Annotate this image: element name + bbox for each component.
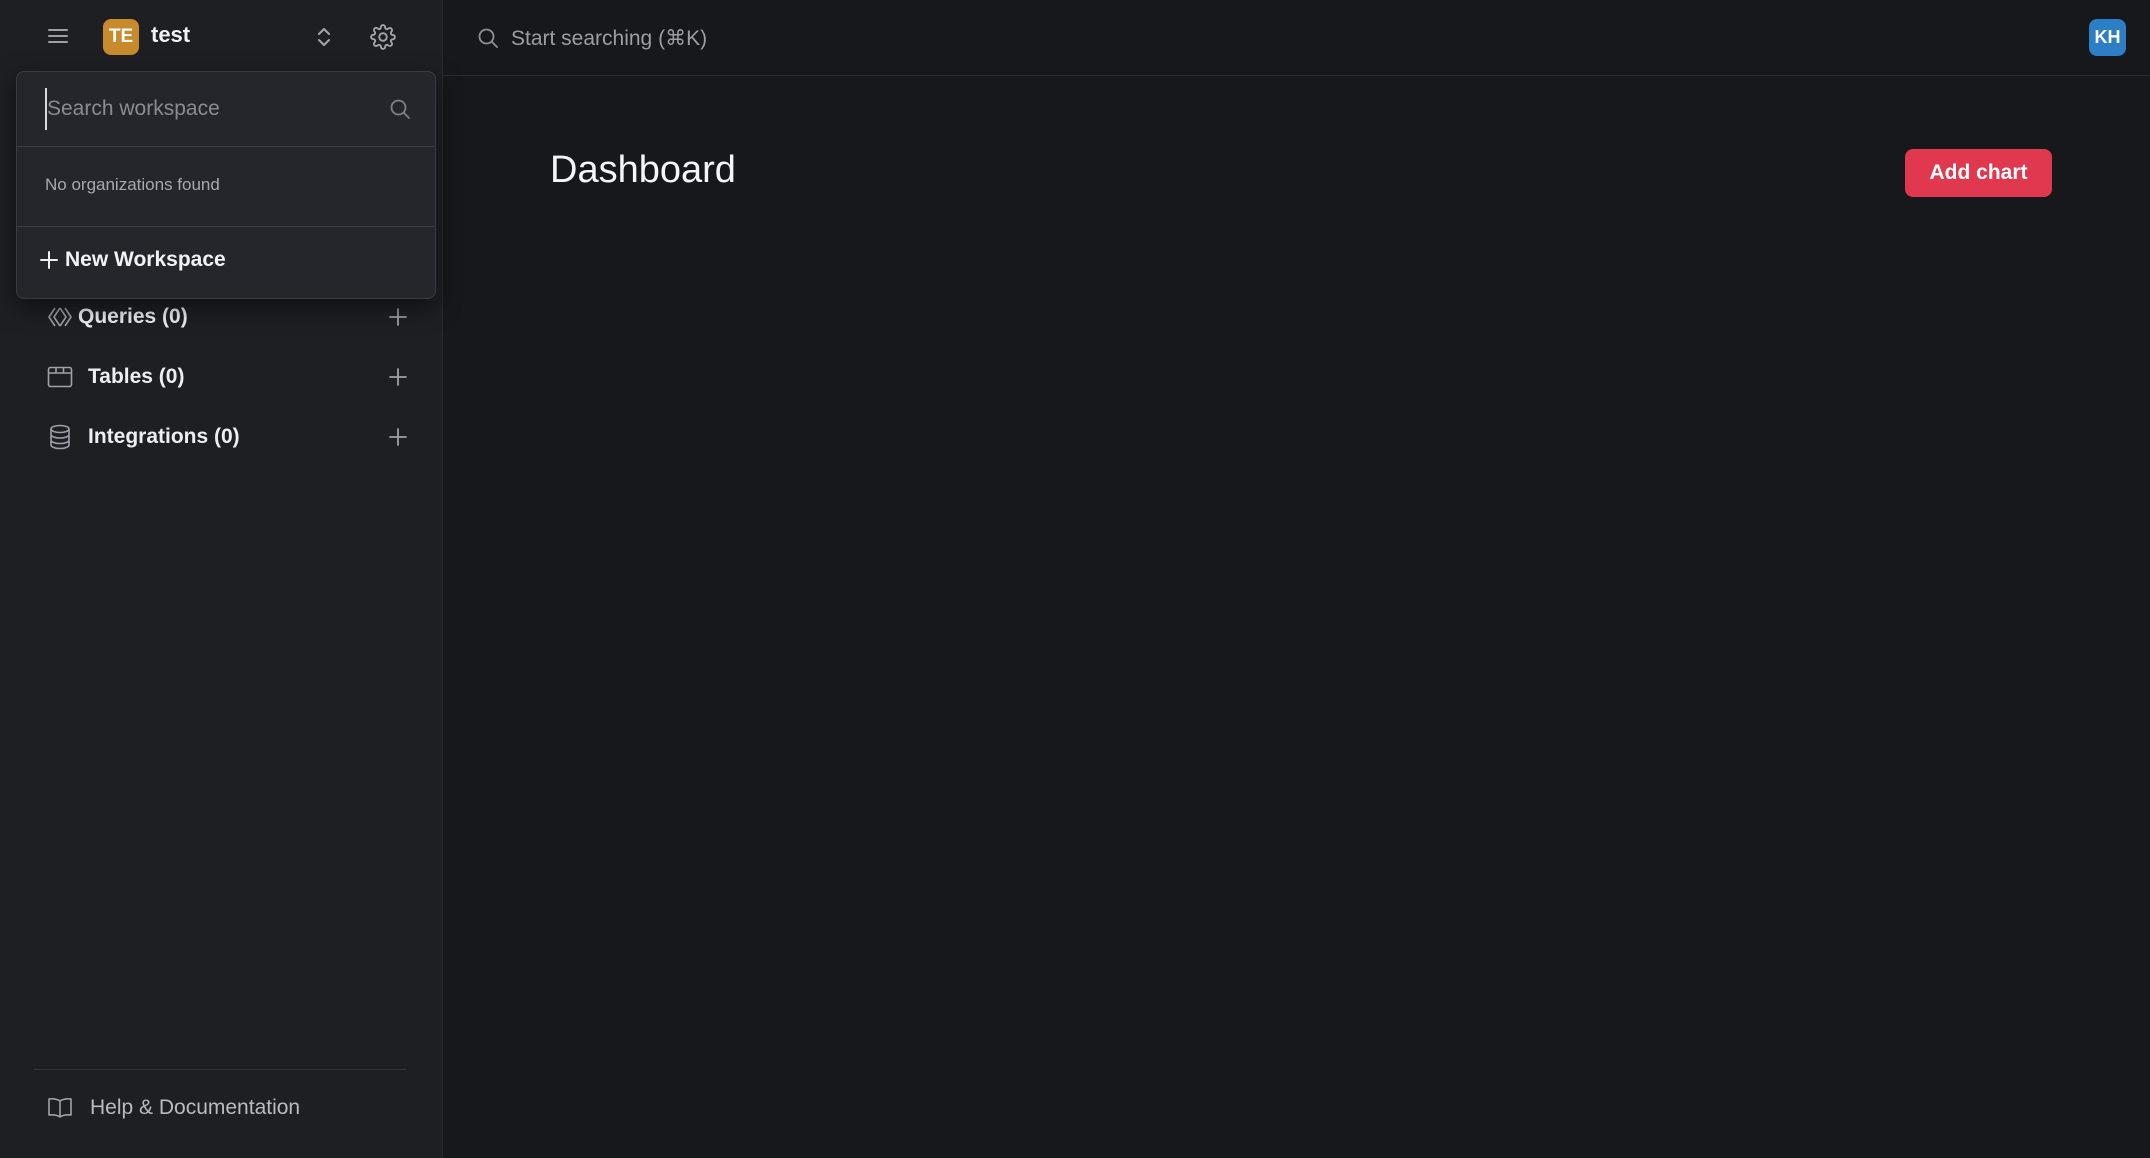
plus-icon [389,308,407,326]
plus-icon [389,428,407,446]
sidebar-item-tables[interactable]: Tables (0) [34,355,414,399]
sidebar-item-integrations[interactable]: Integrations (0) [34,415,414,459]
plus-icon [389,368,407,386]
help-label: Help & Documentation [90,1096,301,1119]
book-icon [44,1092,76,1124]
sidebar-divider [34,1069,406,1070]
sidebar-item-queries[interactable]: Queries (0) [34,295,414,339]
table-icon [44,361,76,393]
empty-state-text: No organizations found [45,175,220,194]
add-table-button[interactable] [382,361,414,393]
new-workspace-button[interactable]: New Workspace [39,240,226,280]
search-icon [390,99,410,119]
add-query-button[interactable] [382,301,414,333]
workspace-search [17,72,435,146]
settings-button[interactable] [364,18,402,56]
search-icon [478,28,498,48]
add-chart-button[interactable]: Add chart [1905,149,2052,197]
workspace-search-input[interactable] [45,88,385,130]
sidebar-header: TE test [0,0,443,74]
chevrons-up-down-icon [318,28,330,46]
workspace-avatar[interactable]: TE [103,19,139,55]
workspace-switch-button[interactable] [306,18,342,56]
top-bar: Start searching (⌘K) KH [443,0,2150,76]
sidebar-item-label: Queries (0) [78,305,188,328]
workspace-name[interactable]: test [151,22,190,48]
database-icon [44,421,76,453]
sidebar-item-label: Integrations (0) [88,425,240,448]
help-documentation-link[interactable]: Help & Documentation [34,1088,300,1128]
dropdown-divider [17,226,435,227]
gear-icon [370,24,396,50]
add-integration-button[interactable] [382,421,414,453]
app-root: TE test Queries (0) Tables (0) Integrati… [0,0,2150,1158]
page-title: Dashboard [550,149,736,191]
plus-icon [40,251,58,269]
queries-icon [44,301,76,333]
sidebar-item-label: Tables (0) [88,365,185,388]
menu-toggle-button[interactable] [40,18,76,54]
search-placeholder: Start searching (⌘K) [511,26,708,50]
global-search[interactable]: Start searching (⌘K) [477,18,707,58]
new-workspace-label: New Workspace [65,248,226,271]
user-avatar[interactable]: KH [2089,19,2126,56]
dropdown-divider [17,146,435,147]
workspace-dropdown: No organizations found New Workspace [16,71,436,299]
main-content: Dashboard Add chart [443,77,2150,1158]
hamburger-icon [48,29,68,43]
